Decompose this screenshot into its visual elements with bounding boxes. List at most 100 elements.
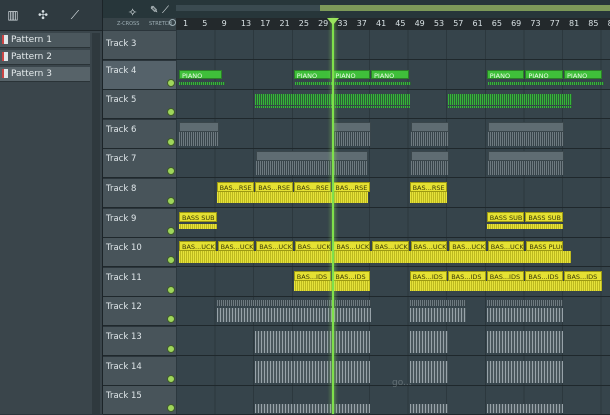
track-header[interactable]: Track 15: [103, 386, 176, 415]
pattern-clip[interactable]: [410, 121, 449, 132]
pencil-icon[interactable]: ✎: [150, 5, 158, 16]
drum-clip[interactable]: [255, 404, 371, 414]
pattern-notes[interactable]: [487, 131, 564, 146]
pattern-clip[interactable]: [333, 121, 372, 132]
track-header[interactable]: Track 11: [103, 267, 176, 296]
bass-pluck-clip[interactable]: BAS...UCK: [256, 241, 293, 252]
playhead-marker[interactable]: [327, 18, 339, 25]
track-header[interactable]: Track 6: [103, 119, 176, 148]
playhead[interactable]: [332, 18, 334, 414]
drum-clip[interactable]: [409, 360, 448, 383]
bass-ids-clip[interactable]: BAS...IDS: [486, 270, 525, 281]
bass-reverse-waveform[interactable]: [216, 192, 368, 203]
bass-reverse-clip[interactable]: BAS...RSE: [332, 182, 370, 192]
drum-clip[interactable]: [409, 404, 448, 414]
piano-clip[interactable]: PIANO: [332, 69, 370, 79]
track-enable-led[interactable]: [167, 256, 175, 265]
drum-clip-header[interactable]: [486, 300, 563, 307]
drum-clip[interactable]: [409, 331, 448, 353]
bass-reverse-clip[interactable]: BAS...RSE: [216, 182, 255, 192]
drum-clip[interactable]: [216, 308, 371, 323]
clock-icon[interactable]: [169, 19, 176, 26]
track-row[interactable]: Track 3: [103, 31, 610, 60]
piano-clip[interactable]: PIANO: [371, 69, 409, 79]
track-header[interactable]: Track 7: [103, 149, 176, 178]
track-header[interactable]: Track 4: [103, 60, 176, 89]
bass-pluck-clip[interactable]: BAS...UCK: [410, 241, 448, 252]
piano-waveform[interactable]: [294, 81, 411, 85]
bass-pluck-clip[interactable]: BAS...UCK: [449, 241, 486, 252]
track-enable-led[interactable]: [167, 226, 175, 235]
link-icon[interactable]: ⟋: [162, 5, 169, 16]
track-enable-led[interactable]: [167, 197, 175, 205]
browser-scrollbar[interactable]: [92, 33, 100, 414]
bass-ids-clip[interactable]: BAS...IDS: [448, 270, 486, 281]
bass-ids-waveform[interactable]: [409, 280, 602, 291]
bass-pluck-clip[interactable]: BAS...UCK: [294, 241, 332, 252]
bass-pluck-clip[interactable]: BAS...UCK: [487, 241, 525, 252]
bass-pluck-clip[interactable]: BASS PLUCK: [526, 241, 563, 252]
piano-clip[interactable]: PIANO: [179, 69, 222, 79]
audio-clip[interactable]: [448, 94, 573, 106]
pattern-item-1[interactable]: Pattern 1: [0, 33, 90, 48]
pattern-notes[interactable]: [410, 131, 449, 146]
drum-clip[interactable]: [409, 308, 466, 323]
bass-ids-clip[interactable]: BAS...IDS: [525, 270, 563, 281]
track-header[interactable]: Track 14: [103, 356, 176, 385]
pattern-clip[interactable]: [487, 121, 564, 132]
drum-clip[interactable]: [486, 360, 563, 383]
track-header[interactable]: Track 5: [103, 90, 176, 119]
pattern-notes[interactable]: [487, 161, 564, 176]
drum-clip[interactable]: [486, 308, 563, 323]
piano-waveform[interactable]: [487, 81, 604, 85]
pattern-clip[interactable]: [179, 121, 219, 132]
pattern-notes[interactable]: [410, 161, 449, 176]
bass-pluck-clip[interactable]: BAS...UCK: [217, 241, 255, 252]
track-enable-led[interactable]: [167, 285, 175, 294]
pattern-notes[interactable]: [333, 131, 372, 146]
track-header[interactable]: Track 10: [103, 238, 176, 267]
drum-clip[interactable]: [255, 360, 371, 383]
piano-clip[interactable]: PIANO: [525, 69, 563, 79]
piano-icon[interactable]: ▥: [2, 8, 24, 22]
bass-reverse-clip[interactable]: BAS...RSE: [255, 182, 293, 192]
bass-pluck-waveform[interactable]: [179, 251, 571, 264]
bass-reverse-waveform[interactable]: [409, 192, 448, 203]
piano-clip[interactable]: PIANO: [564, 69, 602, 79]
track-enable-led[interactable]: [167, 167, 175, 176]
pattern-clip[interactable]: [256, 151, 369, 162]
drum-clip-header[interactable]: [409, 300, 466, 307]
bass-ids-clip[interactable]: BAS...IDS: [409, 270, 448, 281]
bass-sub-clip[interactable]: BASS SUB: [486, 211, 525, 222]
audio-automation[interactable]: [448, 106, 573, 109]
pattern-notes[interactable]: [179, 131, 219, 146]
link-icon[interactable]: ⟋: [64, 8, 86, 22]
zcross-toggle[interactable]: Z-CROSS: [117, 21, 139, 27]
track-enable-led[interactable]: [167, 315, 175, 324]
piano-clip[interactable]: PIANO: [486, 69, 525, 79]
track-header[interactable]: Track 13: [103, 327, 176, 355]
drum-clip[interactable]: [486, 331, 563, 353]
step-icon[interactable]: ✣: [32, 8, 54, 22]
overview-scroll-handle[interactable]: [320, 5, 610, 11]
track-header[interactable]: Track 3: [103, 31, 176, 59]
bass-ids-clip[interactable]: BAS...IDS: [293, 270, 332, 281]
pattern-clip[interactable]: [410, 151, 449, 162]
bass-sub-clip[interactable]: BASS SUB: [179, 211, 217, 222]
piano-clip[interactable]: PIANO: [293, 69, 332, 79]
bass-reverse-clip[interactable]: BAS...RSE: [293, 182, 332, 192]
bass-ids-clip[interactable]: BAS...IDS: [564, 270, 602, 281]
track-header[interactable]: Track 9: [103, 208, 176, 237]
bass-sub-waveform[interactable]: [179, 223, 217, 229]
pattern-item-3[interactable]: Pattern 3: [0, 67, 90, 82]
piano-waveform[interactable]: [179, 81, 225, 85]
track-enable-led[interactable]: [167, 137, 175, 146]
track-header[interactable]: Track 12: [103, 297, 176, 326]
bass-sub-clip[interactable]: BASS SUB: [525, 211, 563, 222]
track-enable-led[interactable]: [167, 404, 175, 413]
drum-clip[interactable]: [255, 331, 371, 353]
bass-pluck-clip[interactable]: BAS...UCK: [333, 241, 370, 252]
bass-sub-waveform[interactable]: [486, 223, 563, 229]
pattern-notes[interactable]: [256, 161, 369, 176]
bass-ids-clip[interactable]: BAS...IDS: [332, 270, 370, 281]
